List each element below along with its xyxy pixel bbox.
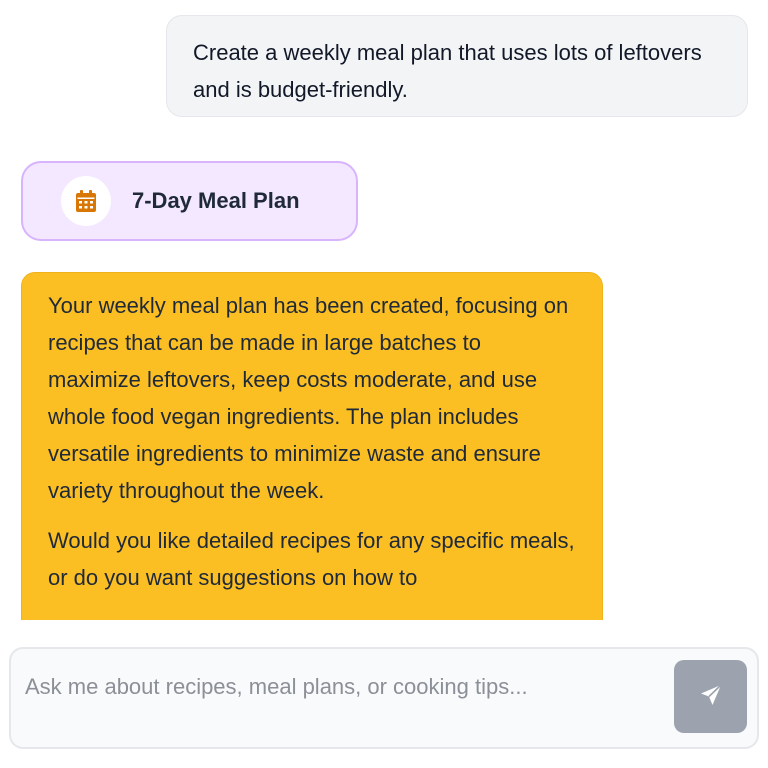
meal-plan-card[interactable]: 7-Day Meal Plan bbox=[21, 161, 358, 241]
assistant-paragraph-2: Would you like detailed recipes for any … bbox=[48, 528, 575, 590]
chat-area: Create a weekly meal plan that uses lots… bbox=[0, 0, 768, 620]
send-icon bbox=[699, 683, 723, 710]
composer bbox=[0, 620, 768, 768]
chat-input[interactable] bbox=[25, 667, 665, 707]
assistant-paragraph-1: Your weekly meal plan has been created, … bbox=[48, 293, 569, 503]
assistant-message: Your weekly meal plan has been created, … bbox=[21, 272, 603, 620]
send-button[interactable] bbox=[674, 660, 747, 733]
calendar-icon bbox=[61, 176, 111, 226]
user-message: Create a weekly meal plan that uses lots… bbox=[166, 15, 748, 117]
user-message-text: Create a weekly meal plan that uses lots… bbox=[193, 40, 702, 102]
meal-plan-title: 7-Day Meal Plan bbox=[132, 188, 300, 213]
chat-input-box bbox=[9, 647, 759, 749]
